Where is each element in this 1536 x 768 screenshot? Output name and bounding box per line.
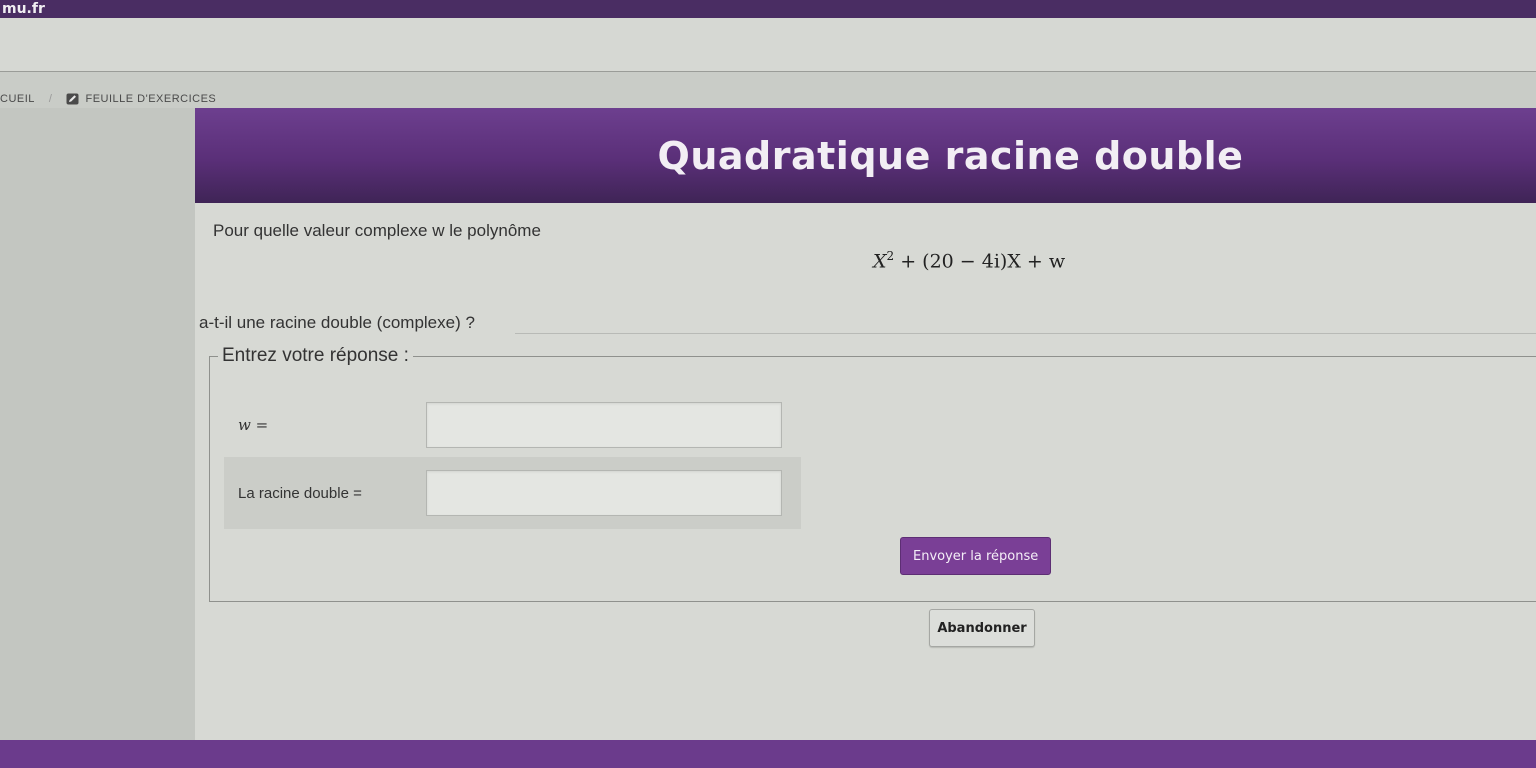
breadcrumb: CUEIL / FEUILLE D'EXERCICES (0, 90, 216, 108)
exercise-title: Quadratique racine double (657, 133, 1244, 178)
question-intro: Pour quelle valeur complexe w le polynôm… (213, 221, 541, 240)
breadcrumb-separator: / (48, 93, 53, 105)
abandon-button[interactable]: Abandonner (929, 609, 1035, 647)
page-footer-bar (0, 740, 1536, 768)
divider (515, 333, 1536, 334)
site-header (0, 18, 1536, 72)
left-gutter (0, 108, 195, 768)
formula-base: X (873, 250, 887, 273)
breadcrumb-current[interactable]: FEUILLE D'EXERCICES (85, 93, 216, 105)
browser-top-bar: mu.fr (0, 0, 1536, 18)
exercise-content: Pour quelle valeur complexe w le polynôm… (195, 203, 1536, 743)
answer-row-double-root: La racine double = (224, 457, 801, 529)
answer-fieldset: Entrez votre réponse : w = La racine dou… (209, 345, 1536, 602)
w-input[interactable] (426, 402, 782, 448)
exercise-title-banner: Quadratique racine double (195, 108, 1536, 203)
polynomial-formula: X2 + (20 − 4i)X + w (873, 249, 1065, 272)
breadcrumb-home[interactable]: CUEIL (0, 93, 35, 105)
question-end: a-t-il une racine double (complexe) ? (199, 313, 475, 332)
submit-answer-button[interactable]: Envoyer la réponse (900, 537, 1052, 575)
answer-row-w: w = (224, 393, 801, 457)
site-name: mu.fr (2, 1, 45, 17)
formula-rest: + (20 − 4i)X + w (894, 250, 1066, 273)
answer-legend: Entrez votre réponse : (218, 345, 413, 367)
field-label-w: w = (238, 416, 269, 434)
pencil-icon (66, 93, 79, 105)
double-root-input[interactable] (426, 470, 782, 516)
field-label-double-root: La racine double = (238, 484, 362, 502)
